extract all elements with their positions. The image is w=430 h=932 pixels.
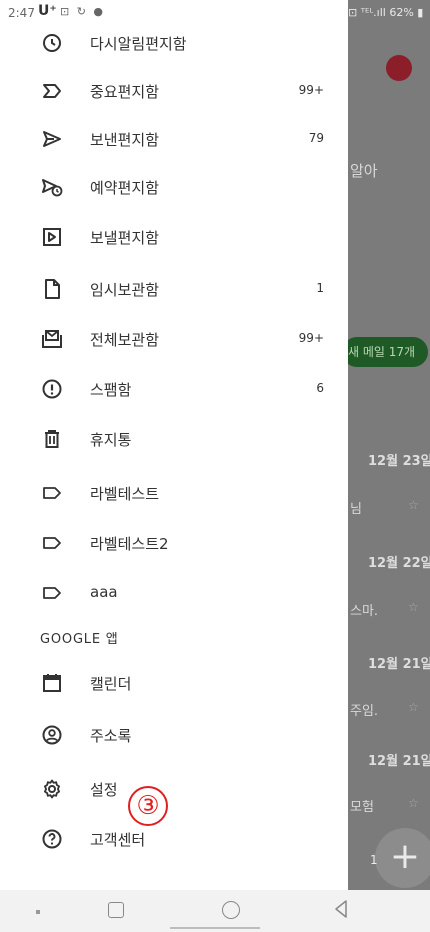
row-snippet: 주임.: [350, 704, 379, 719]
star-icon: ☆: [408, 796, 419, 810]
drawer-item-spam[interactable]: 스팸함 6: [0, 364, 348, 414]
drawer-item-label: 스팸함: [90, 381, 132, 399]
row-snippet: 모험: [350, 800, 374, 815]
drawer-item-label: 라벨테스트2: [90, 535, 169, 553]
drawer-item-label: 다시알림편지함: [90, 35, 187, 53]
send-icon: [40, 127, 64, 151]
status-bar-right: ⊡ ᵀᴱᴸ.ıll 62% ▮: [348, 0, 430, 24]
menu-dot-icon[interactable]: [36, 910, 40, 914]
section-header-google-apps: GOOGLE 앱: [40, 632, 119, 647]
star-icon: ☆: [408, 600, 419, 614]
new-mail-pill: 새 메일 17개: [342, 337, 428, 367]
drawer-item-label: 전체보관함: [90, 331, 160, 349]
help-icon: [40, 827, 64, 851]
all-mail-icon: [40, 327, 64, 351]
drawer-item-calendar[interactable]: 캘린더: [0, 658, 348, 708]
drawer-item-label: 보낼편지함: [90, 229, 160, 247]
drawer-item-settings[interactable]: 설정: [0, 764, 348, 814]
star-icon: ☆: [408, 700, 419, 714]
system-navigation-bar: [0, 890, 430, 932]
label-icon: [40, 581, 64, 605]
draft-icon: [40, 277, 64, 301]
drawer-item-label: 휴지통: [90, 431, 132, 449]
outbox-icon: [40, 225, 64, 249]
recent-apps-button[interactable]: [108, 902, 124, 918]
drawer-item-aaa[interactable]: aaa: [0, 568, 348, 618]
label-icon: [40, 531, 64, 555]
row-date: 12월 23일: [368, 454, 430, 469]
drawer-item-important[interactable]: 중요편지함 99+: [0, 66, 348, 116]
drawer-item-count: 99+: [298, 331, 324, 345]
drawer-item-outbox[interactable]: 보낼편지함: [0, 212, 348, 262]
drawer-item-scheduled[interactable]: 예약편지함: [0, 162, 348, 212]
status-bar: 2:47 U⁺ ⊡ ↻ ●: [0, 0, 348, 24]
navigation-drawer: 다시알림편지함 중요편지함 99+ 보낸편지함 79 예약편지함 보낼편지함 임…: [0, 24, 348, 890]
drawer-item-label: 예약편지함: [90, 179, 160, 197]
row-snippet: 스마.: [350, 604, 379, 619]
row-date: 12월 22일: [368, 556, 430, 571]
carrier-label: U⁺: [38, 3, 57, 19]
drawer-item-drafts[interactable]: 임시보관함 1: [0, 264, 348, 314]
home-button[interactable]: [222, 901, 240, 919]
important-icon: [40, 79, 64, 103]
compose-button[interactable]: +: [375, 828, 430, 888]
spam-icon: [40, 377, 64, 401]
drawer-item-label: 임시보관함: [90, 281, 160, 299]
drawer-item-label: 설정: [90, 781, 118, 799]
notification-icons: ⊡ ↻ ●: [60, 5, 106, 18]
drawer-item-label: 중요편지함: [90, 83, 160, 101]
calendar-icon: [40, 671, 64, 695]
drawer-item-contacts[interactable]: 주소록: [0, 710, 348, 760]
row-date: 12월 21일: [368, 657, 430, 672]
drawer-item-label-test[interactable]: 라벨테스트: [0, 468, 348, 518]
snooze-icon: [40, 31, 64, 55]
trash-icon: [40, 427, 64, 451]
drawer-item-label: 고객센터: [90, 831, 146, 849]
label-icon: [40, 481, 64, 505]
drawer-item-label-test2[interactable]: 라벨테스트2: [0, 518, 348, 568]
compose-count: 1: [370, 853, 378, 867]
drawer-item-label: aaa: [90, 583, 118, 601]
drawer-item-label: 주소록: [90, 727, 132, 745]
drawer-item-count: 79: [308, 131, 324, 145]
drawer-item-label: 라벨테스트: [90, 485, 160, 503]
contacts-icon: [40, 723, 64, 747]
star-icon: ☆: [408, 498, 419, 512]
drawer-item-count: 1: [316, 281, 324, 295]
home-indicator: [170, 927, 260, 929]
gear-icon: [40, 777, 64, 801]
drawer-item-all-mail[interactable]: 전체보관함 99+: [0, 314, 348, 364]
drawer-item-label: 캘린더: [90, 675, 132, 693]
drawer-item-snoozed[interactable]: 다시알림편지함: [0, 24, 348, 68]
drawer-item-trash[interactable]: 휴지통: [0, 414, 348, 464]
drawer-item-count: 99+: [298, 83, 324, 97]
back-button[interactable]: [333, 899, 349, 923]
row-date: 12월 21일: [368, 754, 430, 769]
battery-status: ⊡ ᵀᴱᴸ.ıll 62% ▮: [348, 6, 424, 19]
account-avatar: [386, 55, 412, 81]
status-time: 2:47: [8, 6, 35, 20]
row-snippet: 님: [350, 502, 362, 517]
drawer-item-help[interactable]: 고객센터: [0, 814, 348, 864]
drawer-item-sent[interactable]: 보낸편지함 79: [0, 114, 348, 164]
scheduled-send-icon: [40, 175, 64, 199]
background-snippet: 알아: [350, 162, 378, 180]
drawer-item-label: 보낸편지함: [90, 131, 160, 149]
drawer-item-count: 6: [316, 381, 324, 395]
